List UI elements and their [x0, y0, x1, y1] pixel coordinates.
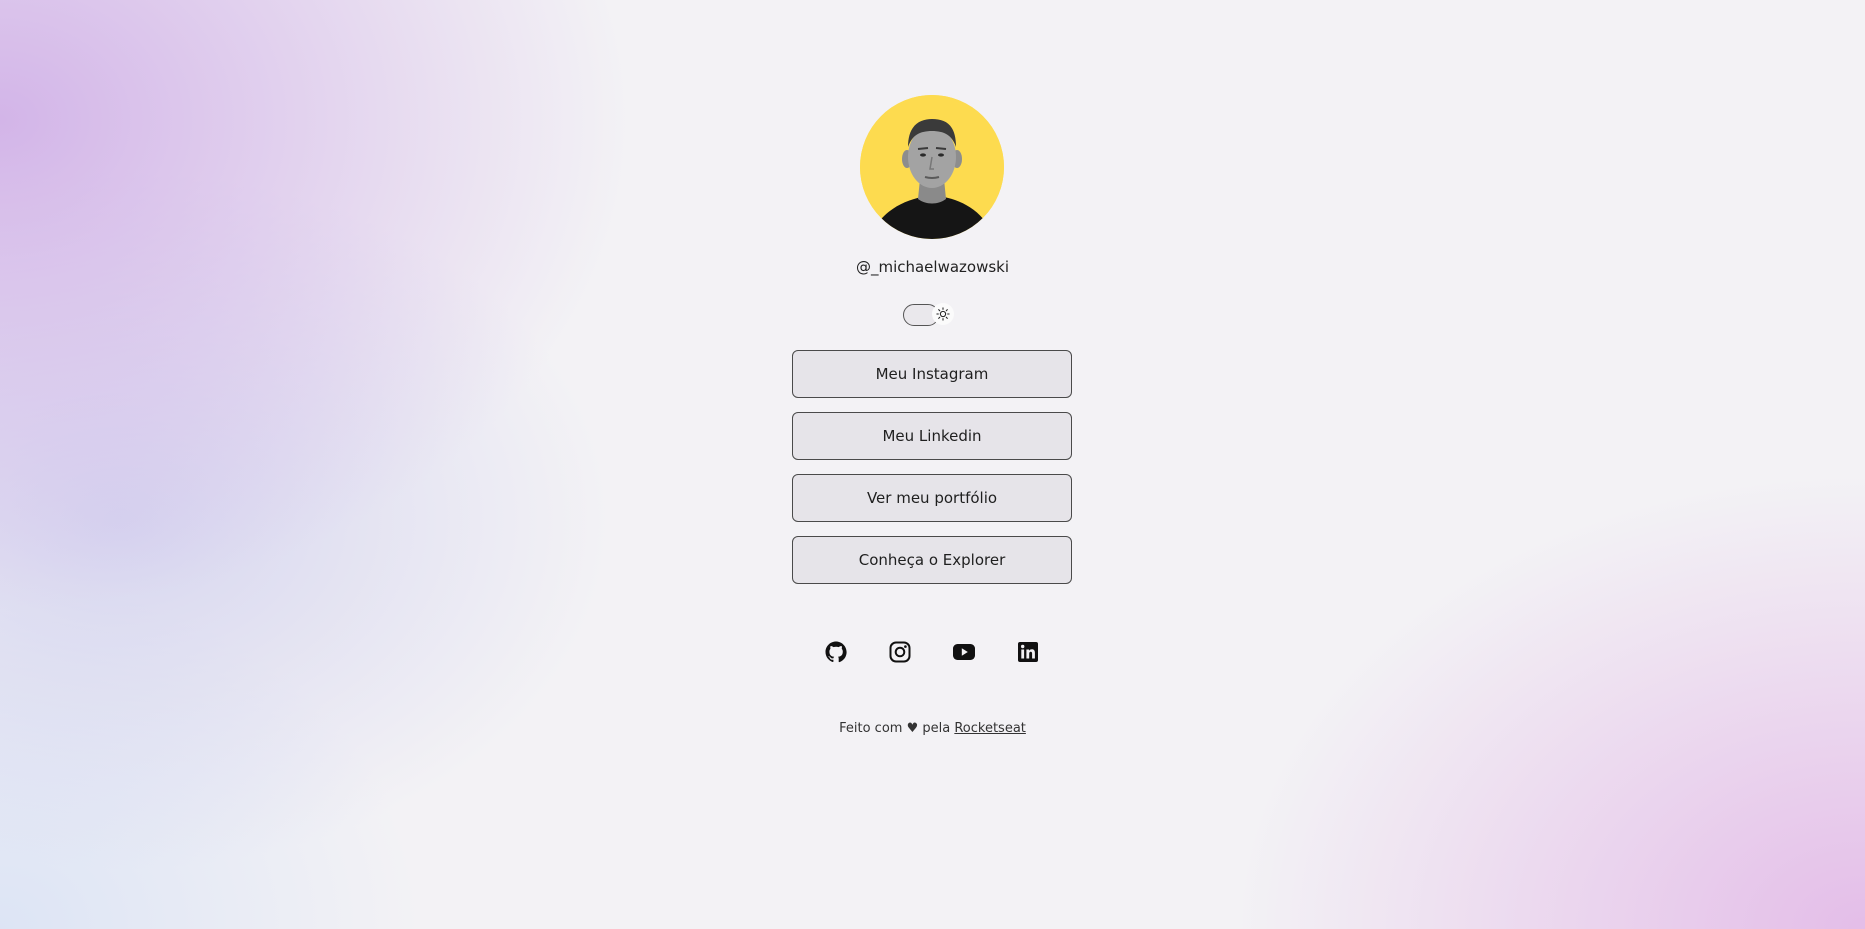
sun-icon: [936, 307, 950, 321]
youtube-icon: [953, 644, 975, 660]
footer: Feito com ♥ pela Rocketseat: [0, 721, 1865, 736]
explorer-link-button[interactable]: Conheça o Explorer: [792, 536, 1072, 584]
portfolio-link-button[interactable]: Ver meu portfólio: [792, 474, 1072, 522]
github-icon: [825, 641, 847, 663]
heart-icon: ♥: [906, 721, 919, 736]
instagram-link-button[interactable]: Meu Instagram: [792, 350, 1072, 398]
avatar: [860, 95, 1004, 239]
linkedin-link-button[interactable]: Meu Linkedin: [792, 412, 1072, 460]
link-item: Ver meu portfólio: [792, 474, 1072, 522]
linkedin-icon: [1018, 642, 1038, 662]
instagram-icon: [889, 641, 911, 663]
link-item: Conheça o Explorer: [792, 536, 1072, 584]
theme-toggle[interactable]: [903, 303, 955, 326]
theme-toggle-thumb[interactable]: [932, 303, 954, 325]
github-link[interactable]: [824, 640, 848, 664]
avatar-photo: [860, 95, 1004, 239]
youtube-link[interactable]: [952, 640, 976, 664]
username: @_michaelwazowski: [855, 258, 1010, 276]
footer-middle: pela: [922, 721, 951, 736]
linkedin-link[interactable]: [1016, 640, 1040, 664]
profile-page: @_michaelwazowski Meu Instagram Meu Link…: [0, 0, 1865, 929]
social-links: [818, 640, 1048, 668]
rocketseat-link[interactable]: Rocketseat: [954, 721, 1026, 736]
link-list: Meu Instagram Meu Linkedin Ver meu portf…: [792, 350, 1072, 598]
instagram-link[interactable]: [888, 640, 912, 664]
link-item: Meu Linkedin: [792, 412, 1072, 460]
footer-prefix: Feito com: [839, 721, 903, 736]
link-item: Meu Instagram: [792, 350, 1072, 398]
